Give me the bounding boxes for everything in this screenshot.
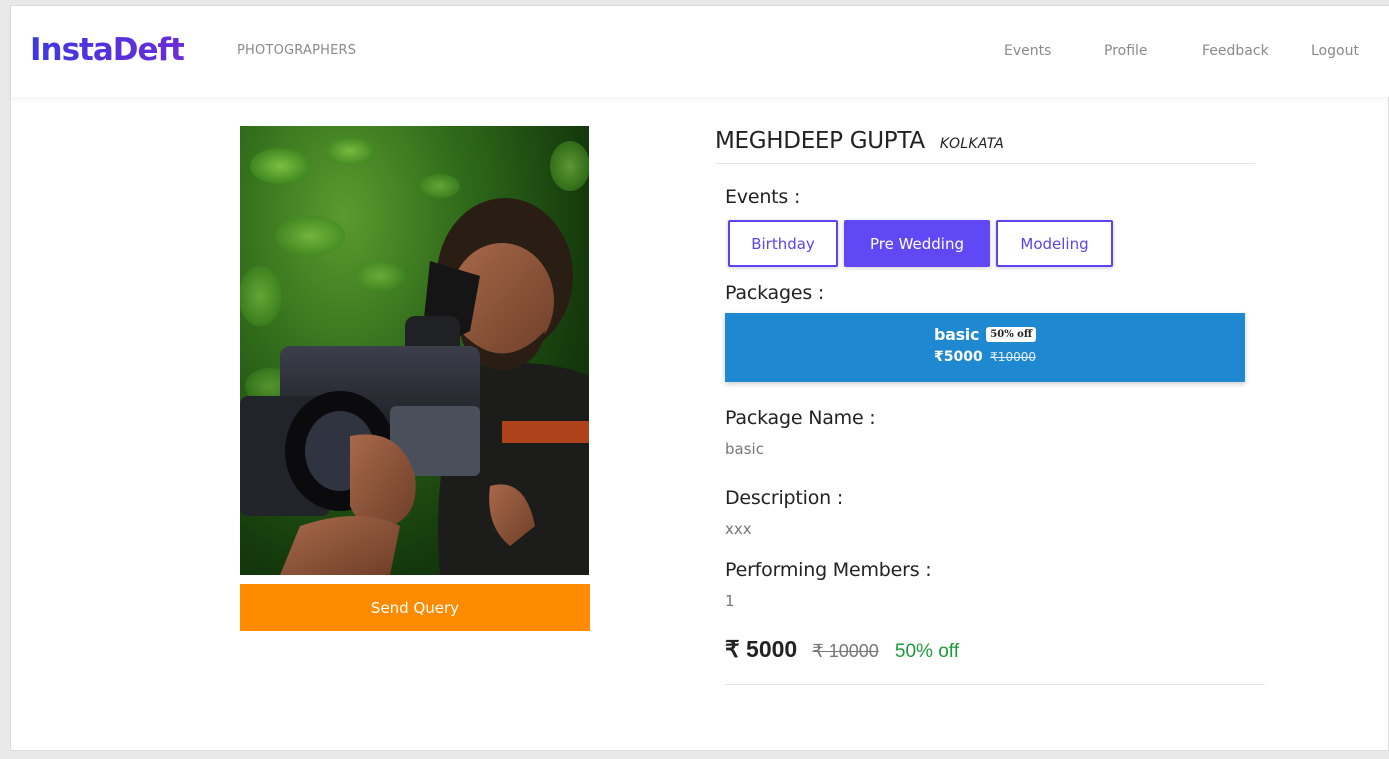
nav-events[interactable]: Events [1004,42,1051,60]
package-card-basic[interactable]: basic 50% off ₹5000 ₹10000 [725,313,1245,382]
package-title: basic [933,325,980,344]
event-birthday-button[interactable]: Birthday [728,220,838,267]
package-price: ₹5000 [934,349,983,365]
photographer-photo-illustration [240,137,589,575]
description-value: xxx [725,520,752,538]
page: InstaDeft PHOTOGRAPHERS Events Profile F… [10,5,1389,751]
photographer-name: MEGHDEEP GUPTA [715,128,925,154]
performing-members-value: 1 [725,592,735,610]
event-modeling-button[interactable]: Modeling [996,220,1113,267]
performing-members-label: Performing Members : [725,559,932,581]
package-title-row: basic 50% off [725,324,1245,344]
events-label: Events : [725,186,801,208]
discount-text: 50% off [894,641,959,662]
navbar: InstaDeft PHOTOGRAPHERS Events Profile F… [11,6,1389,97]
photographer-header: MEGHDEEP GUPTA KOLKATA [715,126,1255,164]
package-price-row: ₹5000 ₹10000 [725,349,1245,365]
nav-profile[interactable]: Profile [1104,42,1148,60]
package-discount-badge: 50% off [986,327,1037,342]
photographer-photo [240,126,589,575]
package-old-price: ₹10000 [990,350,1036,364]
photographer-city: KOLKATA [939,136,1005,152]
nav-logout[interactable]: Logout [1311,42,1359,60]
price-summary: ₹ 5000 ₹ 10000 50% off [725,636,1265,685]
nav-photographers[interactable]: PHOTOGRAPHERS [237,42,356,60]
send-query-button[interactable]: Send Query [240,584,590,631]
original-price: ₹ 10000 [812,641,879,661]
package-name-value: basic [725,440,764,458]
event-pre-wedding-button[interactable]: Pre Wedding [844,220,990,267]
nav-feedback[interactable]: Feedback [1202,42,1269,60]
final-price: ₹ 5000 [725,636,798,662]
package-name-label: Package Name : [725,407,876,429]
description-label: Description : [725,487,844,509]
brand-logo[interactable]: InstaDeft [30,30,185,70]
packages-label: Packages : [725,282,825,304]
